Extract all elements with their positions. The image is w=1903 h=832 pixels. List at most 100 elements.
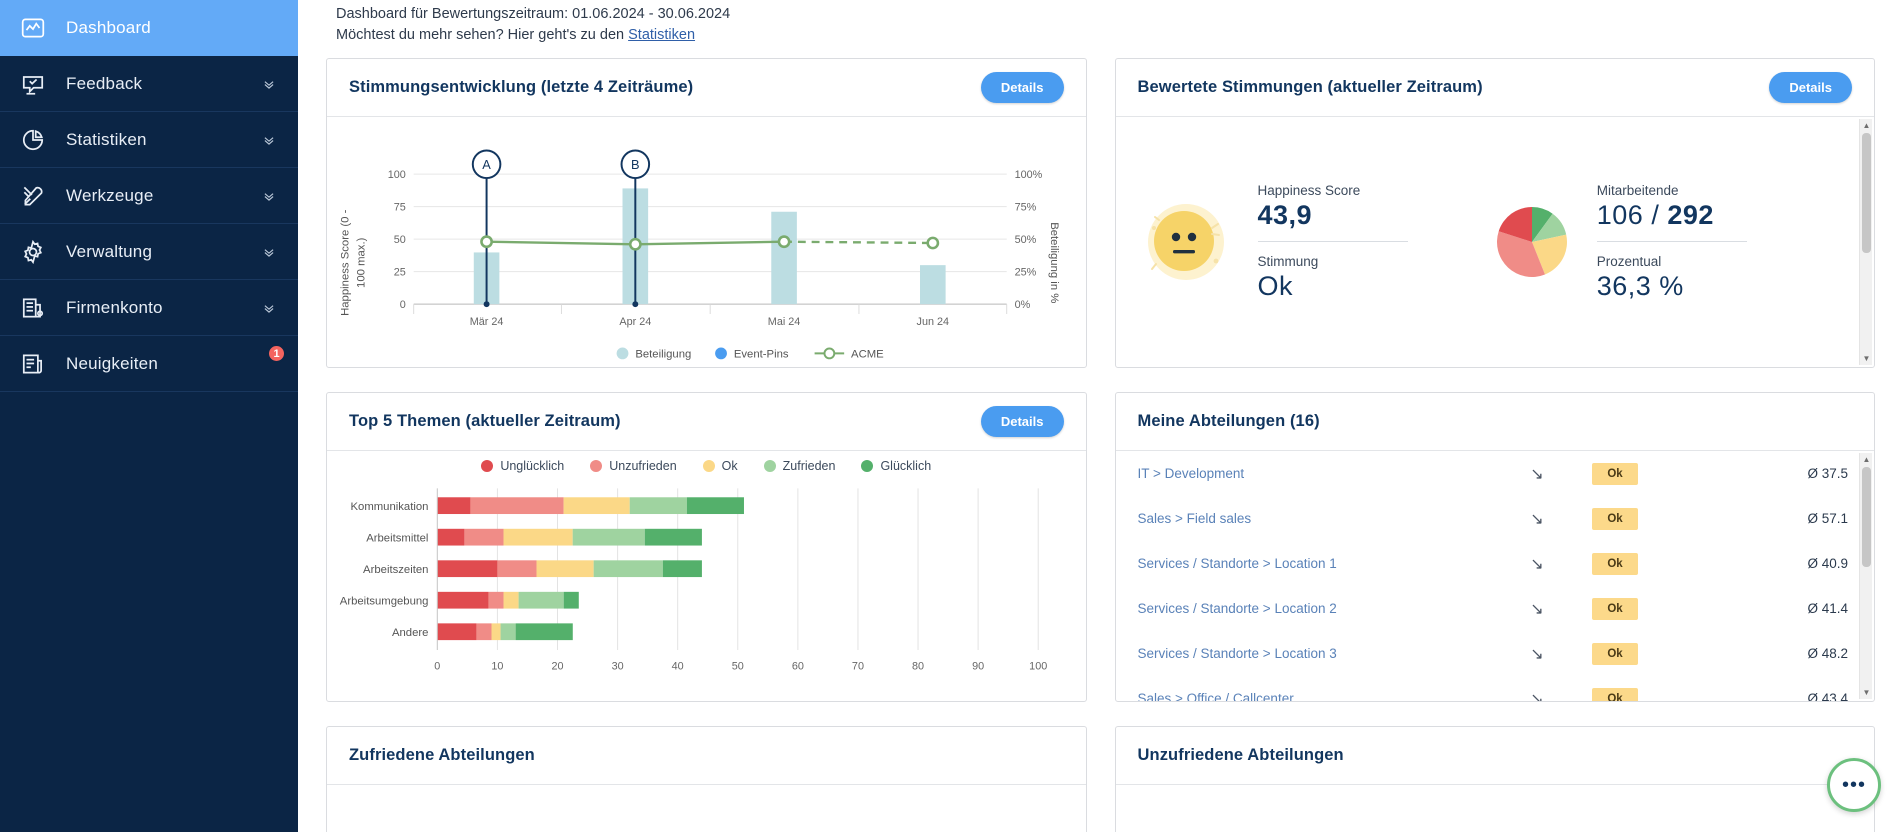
prozentual-value: 36,3 % (1596, 270, 1684, 301)
scrollbar-thumb[interactable] (1862, 133, 1871, 254)
statistiken-link[interactable]: Statistiken (628, 27, 695, 43)
table-row[interactable]: Sales > Field sales ↘ Ok Ø 57.1 (1116, 496, 1875, 541)
stimmung-value: Ok (1257, 270, 1294, 301)
department-link[interactable]: Services / Standorte > Location 1 (1138, 556, 1483, 571)
legend-item-ok[interactable]: Ok (702, 459, 738, 473)
table-row[interactable]: Services / Standorte > Location 3 ↘ Ok Ø… (1116, 631, 1875, 676)
chevron-down-icon[interactable] (262, 189, 276, 203)
trend-down-icon: ↘ (1530, 555, 1544, 573)
status-badge: Ok (1592, 597, 1638, 620)
sidebar-item-label: Statistiken (66, 129, 147, 149)
scroll-up-icon[interactable]: ▲ (1860, 453, 1873, 466)
trend-down-icon: ↘ (1530, 690, 1544, 702)
neutral-face-icon (1147, 204, 1224, 281)
bar-beteiligung-jun (920, 265, 946, 305)
sidebar-item-firmenkonto[interactable]: Firmenkonto (0, 280, 298, 336)
card-header: Zufriedene Abteilungen (327, 727, 1086, 786)
svg-text:Andere: Andere (392, 627, 428, 639)
department-link[interactable]: Services / Standorte > Location 2 (1138, 601, 1483, 616)
legend-swatch (702, 460, 715, 473)
card-title: Zufriedene Abteilungen (349, 746, 535, 765)
unhappy-departments-body (1116, 785, 1875, 832)
scroll-down-icon[interactable]: ▼ (1860, 352, 1873, 365)
mood-right-group: Mitarbeitende 106 / 292 Prozentual 36,3 … (1495, 183, 1848, 302)
legend-item-ungluecklich[interactable]: Unglücklich (481, 459, 564, 473)
happiness-score-label: Happiness Score (1257, 182, 1361, 198)
line-acme-dashed (784, 240, 933, 245)
details-button-trend[interactable]: Details (980, 72, 1064, 104)
chevron-down-icon[interactable] (262, 301, 276, 315)
department-link[interactable]: Sales > Office / Callcenter (1138, 691, 1483, 701)
chevron-down-icon[interactable] (262, 133, 276, 147)
status-badge: Ok (1592, 687, 1638, 702)
average-score: Ø 43.4 (1807, 691, 1848, 702)
svg-text:25: 25 (394, 267, 406, 279)
legend-swatch (861, 460, 874, 473)
svg-text:Event-Pins: Event-Pins (734, 348, 789, 360)
details-button-mood[interactable]: Details (1769, 72, 1852, 104)
bar-beteiligung-mai (771, 211, 797, 305)
table-row[interactable]: Sales > Office / Callcenter ↘ Ok Ø 43.4 (1116, 676, 1875, 702)
topics-chart: Unglücklich Unzufrieden Ok Zufrieden Glü… (327, 451, 1086, 701)
average-score: Ø 37.5 (1807, 466, 1848, 482)
prozentual-label: Prozentual (1596, 253, 1662, 269)
svg-text:70: 70 (852, 661, 864, 673)
svg-text:Jun 24: Jun 24 (917, 316, 950, 328)
svg-text:80: 80 (912, 661, 924, 673)
tools-icon (16, 179, 50, 213)
legend-label: Glücklich (880, 459, 932, 474)
activity-icon (16, 11, 50, 45)
scrollbar-thumb[interactable] (1862, 467, 1871, 568)
card-bewertete-stimmungen: Bewertete Stimmungen (aktueller Zeitraum… (1114, 58, 1875, 369)
sidebar-item-werkzeuge[interactable]: Werkzeuge (0, 168, 298, 224)
details-button-topics[interactable]: Details (980, 406, 1064, 438)
departments-scrollbar[interactable]: ▲ ▼ (1859, 453, 1873, 700)
department-link[interactable]: Services / Standorte > Location 3 (1138, 646, 1483, 661)
happiness-kpi: Happiness Score 43,9 Stimmung Ok (1257, 182, 1408, 302)
divider (1596, 240, 1747, 242)
svg-text:0%: 0% (1015, 299, 1031, 311)
table-row[interactable]: Services / Standorte > Location 1 ↘ Ok Ø… (1116, 541, 1875, 586)
topics-bar-arbeitsumgebung (437, 591, 579, 609)
legend-label: Unglücklich (500, 459, 565, 474)
employees-active: 106 (1596, 199, 1644, 230)
chevron-down-icon[interactable] (262, 77, 276, 91)
sidebar-item-statistiken[interactable]: Statistiken (0, 112, 298, 168)
sidebar-item-neuigkeiten[interactable]: Neuigkeiten 1 (0, 336, 298, 392)
legend-item-zufrieden[interactable]: Zufrieden (763, 459, 835, 473)
mood-scrollbar[interactable]: ▲ ▼ (1859, 119, 1873, 366)
svg-text:ACME: ACME (851, 348, 884, 360)
table-row[interactable]: IT > Development ↘ Ok Ø 37.5 (1116, 451, 1875, 496)
evaluation-period-text: Dashboard für Bewertungszeitraum: 01.06.… (336, 6, 731, 22)
divider (1257, 240, 1408, 242)
svg-text:Arbeitsumgebung: Arbeitsumgebung (340, 596, 429, 608)
legend-item-gluecklich[interactable]: Glücklich (861, 459, 931, 473)
topics-category-labels: Kommunikation Arbeitsmittel Arbeitszeite… (340, 501, 429, 639)
svg-text:50: 50 (732, 661, 744, 673)
employees-separator: / (1643, 199, 1668, 230)
dashboard-header: Dashboard für Bewertungszeitraum: 01.06.… (326, 0, 1875, 58)
x-axis-labels: Mär 24 Apr 24 Mai 24 Jun 24 (470, 316, 949, 328)
chat-bubble-icon[interactable]: ••• (1827, 758, 1881, 812)
employees-kpi: Mitarbeitende 106 / 292 Prozentual 36,3 … (1596, 182, 1747, 302)
scroll-up-icon[interactable]: ▲ (1860, 119, 1873, 132)
sidebar-item-verwaltung[interactable]: Verwaltung (0, 224, 298, 280)
notification-badge: 1 (267, 344, 286, 363)
scroll-down-icon[interactable]: ▼ (1860, 686, 1873, 699)
trend-chart-svg: Happiness Score (0 - 100 max.) Beteiligu… (340, 149, 1060, 360)
svg-text:50: 50 (394, 234, 406, 246)
departments-list: IT > Development ↘ Ok Ø 37.5 Sales > Fie… (1116, 451, 1875, 702)
sidebar-item-feedback[interactable]: Feedback (0, 56, 298, 112)
status-badge: Ok (1592, 552, 1638, 575)
svg-text:Beteiligung in %: Beteiligung in % (1048, 222, 1060, 303)
svg-text:Mai 24: Mai 24 (768, 316, 801, 328)
department-link[interactable]: IT > Development (1138, 466, 1483, 481)
table-row[interactable]: Services / Standorte > Location 2 ↘ Ok Ø… (1116, 586, 1875, 631)
legend-item-unzufrieden[interactable]: Unzufrieden (590, 459, 677, 473)
chevron-down-icon[interactable] (262, 245, 276, 259)
sidebar-item-dashboard[interactable]: Dashboard (0, 0, 298, 56)
card-title: Top 5 Themen (aktueller Zeitraum) (349, 412, 621, 431)
average-score: Ø 41.4 (1807, 601, 1848, 617)
mitarbeitende-label: Mitarbeitende (1596, 182, 1679, 198)
department-link[interactable]: Sales > Field sales (1138, 511, 1483, 526)
